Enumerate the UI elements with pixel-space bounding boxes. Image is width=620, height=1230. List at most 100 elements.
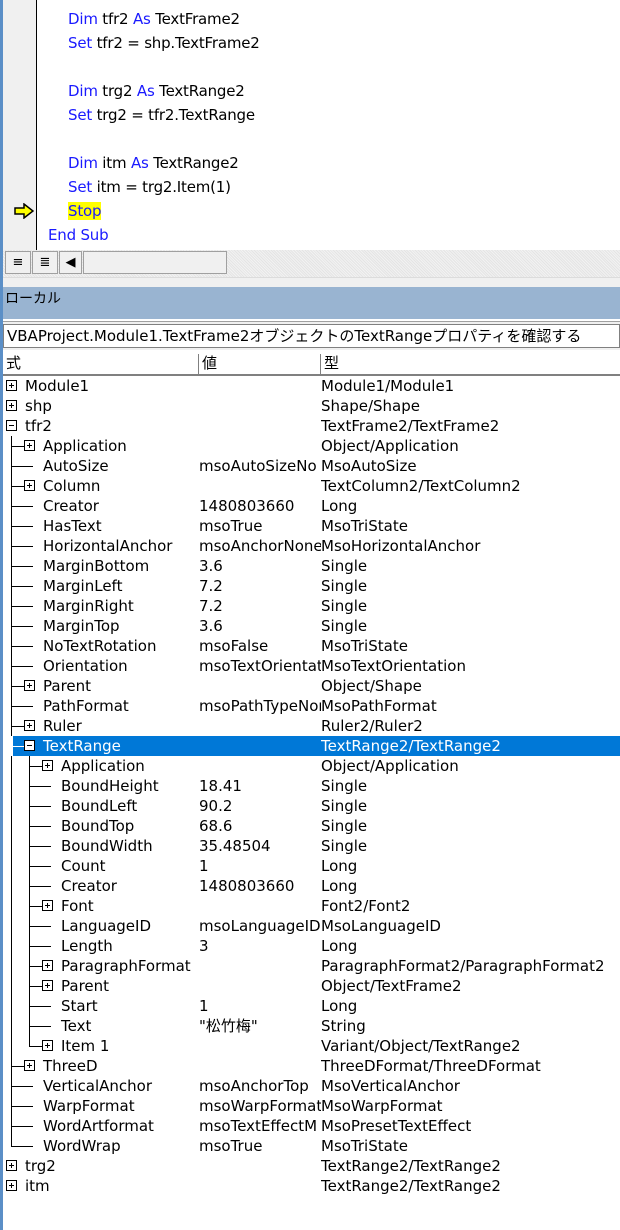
locals-row[interactable]: Count 1 Long [3, 856, 620, 876]
expand-plus-icon[interactable] [24, 1060, 35, 1071]
value-cell[interactable] [199, 976, 321, 996]
value-cell[interactable] [199, 1056, 321, 1076]
locals-row[interactable]: Ruler Ruler2/Ruler2 [3, 716, 620, 736]
locals-row[interactable]: AutoSize msoAutoSizeNo MsoAutoSize [3, 456, 620, 476]
locals-row[interactable]: shp Shape/Shape [3, 396, 620, 416]
code-line[interactable]: Set tfr2 = shp.TextFrame2 [68, 32, 260, 54]
value-cell[interactable]: 1480803660 [199, 876, 321, 896]
locals-row[interactable]: Parent Object/TextFrame2 [3, 976, 620, 996]
value-cell[interactable] [199, 416, 321, 436]
code-line[interactable]: Set trg2 = tfr2.TextRange [68, 104, 255, 126]
locals-row[interactable]: Application Object/Application [3, 436, 620, 456]
expand-plus-icon[interactable] [24, 480, 35, 491]
locals-row[interactable]: Parent Object/Shape [3, 676, 620, 696]
locals-row[interactable]: tfr2 TextFrame2/TextFrame2 [3, 416, 620, 436]
value-cell[interactable] [199, 1036, 321, 1056]
expand-plus-icon[interactable] [6, 1180, 17, 1191]
expand-plus-icon[interactable] [42, 980, 53, 991]
value-cell[interactable] [199, 956, 321, 976]
locals-row[interactable]: Font Font2/Font2 [3, 896, 620, 916]
expand-plus-icon[interactable] [6, 1160, 17, 1171]
expand-plus-icon[interactable] [6, 400, 17, 411]
code-line-current[interactable]: Stop [68, 200, 102, 222]
expand-plus-icon[interactable] [24, 680, 35, 691]
locals-row[interactable]: Item 1 Variant/Object/TextRange2 [3, 1036, 620, 1056]
value-cell[interactable] [199, 736, 321, 756]
locals-row[interactable]: WordWrap msoTrue MsoTriState [3, 1136, 620, 1156]
locals-row[interactable]: WarpFormat msoWarpFormat MsoWarpFormat [3, 1096, 620, 1116]
full-module-view-button[interactable]: ≣ [32, 251, 58, 274]
code-line[interactable]: Dim tfr2 As TextFrame2 [68, 8, 240, 30]
value-cell[interactable] [199, 676, 321, 696]
collapse-minus-icon[interactable] [6, 420, 17, 431]
value-cell[interactable] [199, 1176, 321, 1196]
value-cell[interactable]: msoTrue [199, 516, 321, 536]
value-cell[interactable] [199, 376, 321, 396]
value-cell[interactable] [199, 896, 321, 916]
value-cell[interactable]: 7.2 [199, 576, 321, 596]
locals-row[interactable]: Start 1 Long [3, 996, 620, 1016]
value-cell[interactable]: msoTrue [199, 1136, 321, 1156]
locals-row[interactable]: BoundLeft 90.2 Single [3, 796, 620, 816]
locals-row[interactable]: BoundWidth 35.48504 Single [3, 836, 620, 856]
expand-plus-icon[interactable] [24, 440, 35, 451]
locals-row[interactable]: Creator 1480803660 Long [3, 496, 620, 516]
procedure-view-button[interactable]: ≡ [5, 251, 31, 274]
value-cell[interactable]: msoWarpFormat [199, 1096, 321, 1116]
locals-row[interactable]: Orientation msoTextOrientationMsoTextOrie… [3, 656, 620, 676]
column-header-type[interactable]: 型 [321, 354, 620, 374]
locals-row[interactable]: HorizontalAnchor msoAnchorNone MsoHorizont… [3, 536, 620, 556]
expand-plus-icon[interactable] [42, 1040, 53, 1051]
value-cell[interactable]: msoAnchorNone [199, 536, 321, 556]
collapse-minus-icon[interactable] [24, 740, 35, 751]
value-cell[interactable]: 7.2 [199, 596, 321, 616]
locals-row[interactable]: ParagraphFormat ParagraphFormat2/Paragrap… [3, 956, 620, 976]
value-cell[interactable]: msoAutoSizeNo [199, 456, 321, 476]
expand-plus-icon[interactable] [42, 760, 53, 771]
locals-row[interactable]: Module1 Module1/Module1 [3, 376, 620, 396]
value-cell[interactable]: 90.2 [199, 796, 321, 816]
horizontal-scrollbar-thumb[interactable] [83, 251, 227, 274]
value-cell[interactable]: 3 [199, 936, 321, 956]
value-cell[interactable]: "松竹梅" [199, 1016, 321, 1036]
value-cell[interactable]: msoAnchorTop [199, 1076, 321, 1096]
value-cell[interactable]: msoTextOrientation [199, 656, 321, 676]
value-cell[interactable]: msoTextEffectM [199, 1116, 321, 1136]
locals-row[interactable]: Length 3 Long [3, 936, 620, 956]
expand-plus-icon[interactable] [24, 720, 35, 731]
locals-row[interactable]: MarginTop 3.6 Single [3, 616, 620, 636]
locals-row[interactable]: MarginLeft 7.2 Single [3, 576, 620, 596]
value-cell[interactable] [199, 716, 321, 736]
value-cell[interactable] [199, 396, 321, 416]
code-line[interactable]: Dim itm As TextRange2 [68, 152, 239, 174]
value-cell[interactable]: 1480803660 [199, 496, 321, 516]
locals-row[interactable]: PathFormat msoPathTypeNoneMsoPathFormat [3, 696, 620, 716]
locals-row[interactable]: Text "松竹梅" String [3, 1016, 620, 1036]
locals-row[interactable]: BoundTop 68.6 Single [3, 816, 620, 836]
code-pane[interactable]: Dim tfr2 As TextFrame2 Set tfr2 = shp.Tex… [3, 0, 620, 250]
locals-row[interactable]: WordArtformat msoTextEffectM MsoPresetText… [3, 1116, 620, 1136]
value-cell[interactable]: 18.41 [199, 776, 321, 796]
code-line[interactable]: End Sub [48, 224, 109, 246]
column-header-expression[interactable]: 式 [3, 354, 199, 374]
locals-row-selected[interactable]: TextRange TextRange2/TextRange2 [3, 736, 620, 756]
call-stack-context[interactable]: VBAProject.Module1.TextFrame2オブジェクトのText… [3, 324, 620, 348]
value-cell[interactable] [199, 1156, 321, 1176]
locals-row[interactable]: MarginBottom 3.6 Single [3, 556, 620, 576]
column-header-value[interactable]: 値 [199, 354, 321, 374]
value-cell[interactable]: 68.6 [199, 816, 321, 836]
code-line[interactable]: Set itm = trg2.Item(1) [68, 176, 231, 198]
value-cell[interactable]: 1 [199, 856, 321, 876]
value-cell[interactable]: msoLanguageID [199, 916, 321, 936]
locals-row[interactable]: HasText msoTrue MsoTriState [3, 516, 620, 536]
locals-row[interactable]: BoundHeight 18.41 Single [3, 776, 620, 796]
locals-row[interactable]: VerticalAnchor msoAnchorTop MsoVerticalAnc… [3, 1076, 620, 1096]
value-cell[interactable]: 35.48504 [199, 836, 321, 856]
value-cell[interactable]: 3.6 [199, 616, 321, 636]
locals-row[interactable]: ThreeD ThreeDFormat/ThreeDFormat [3, 1056, 620, 1076]
value-cell[interactable] [199, 756, 321, 776]
locals-row[interactable]: Column TextColumn2/TextColumn2 [3, 476, 620, 496]
value-cell[interactable]: 3.6 [199, 556, 321, 576]
expand-plus-icon[interactable] [6, 380, 17, 391]
value-cell[interactable] [199, 436, 321, 456]
